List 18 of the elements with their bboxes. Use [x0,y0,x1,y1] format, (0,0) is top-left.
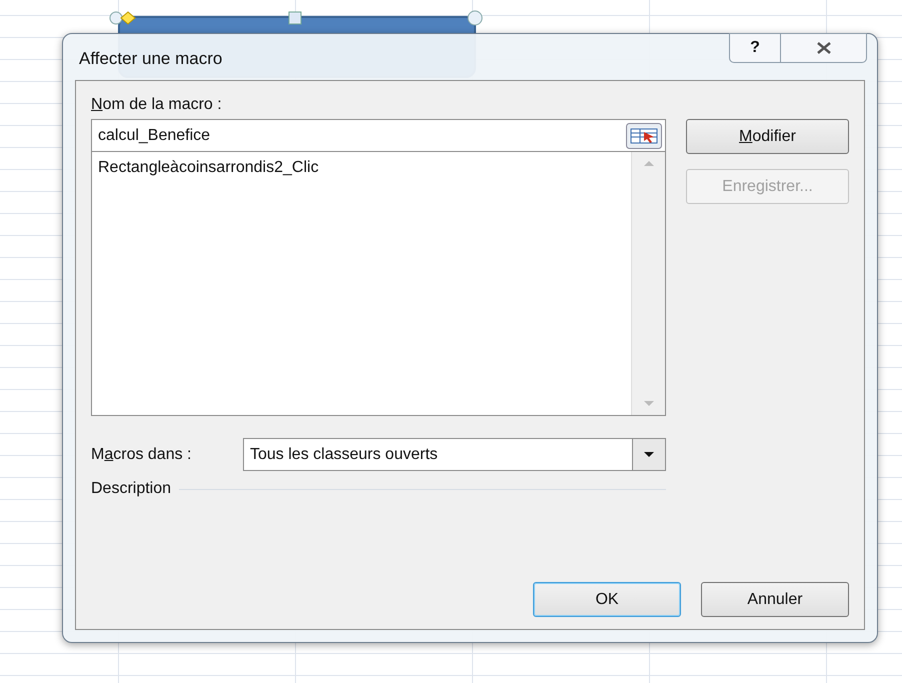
dropdown-caret-icon [643,451,655,458]
edit-button[interactable]: Modifier [686,119,849,154]
macro-list-item[interactable]: Rectangleàcoinsarrondis2_Clic [97,156,320,180]
window-title: Affecter une macro [79,48,222,70]
scroll-up-icon[interactable] [642,160,654,167]
help-button[interactable]: ? [729,33,781,63]
scrollbar[interactable] [631,152,665,415]
scroll-down-icon[interactable] [642,400,654,407]
close-icon [816,42,832,54]
description-label: Description [91,479,172,499]
range-select-icon[interactable] [626,122,662,148]
macro-name-label: Nom de la macro : [91,95,223,113]
macro-name-field[interactable]: calcul_Benefice [91,119,666,152]
macros-in-label: Macros dans : [91,444,192,464]
close-button[interactable] [781,33,867,63]
macros-in-dropdown[interactable]: Tous les classeurs ouverts [243,438,666,471]
ok-button[interactable]: OK [533,582,681,617]
cancel-button[interactable]: Annuler [701,582,849,617]
